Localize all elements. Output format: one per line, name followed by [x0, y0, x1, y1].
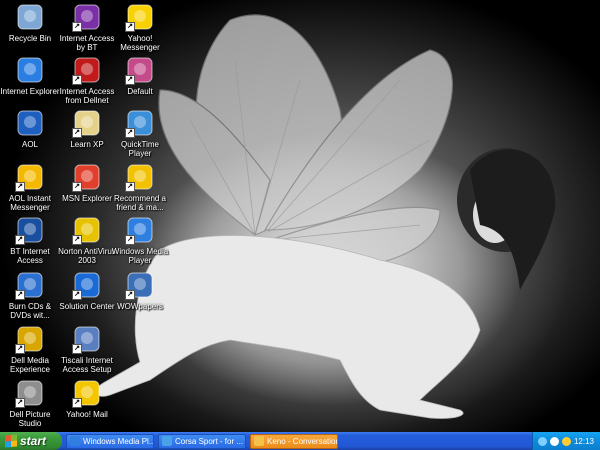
shortcut-arrow-icon: ↗ [125, 128, 135, 138]
security-icon[interactable] [561, 436, 571, 446]
shortcut-arrow-icon: ↗ [72, 128, 82, 138]
desktop-icon-label: AOL [21, 140, 38, 149]
norton-antivirus-icon: ↗ [72, 215, 102, 245]
shortcut-arrow-icon: ↗ [15, 344, 25, 354]
start-label: start [20, 434, 47, 448]
desktop-icon-internet-explorer[interactable]: Internet Explorer [0, 55, 60, 107]
network-icon[interactable] [537, 436, 547, 446]
desktop-icon-dellnet[interactable]: ↗ Internet Access from Dellnet [57, 55, 117, 107]
volume-icon[interactable] [549, 436, 559, 446]
desktop-icon-norton-antivirus[interactable]: ↗ Norton AntiVirus 2003 [57, 215, 117, 267]
desktop-icon-label: AOL Instant Messenger [9, 194, 51, 212]
desktop-icon-bt-globe[interactable]: ↗ Internet Access by BT [57, 2, 117, 54]
desktop-icon-label: QuickTime Player [121, 140, 159, 158]
shortcut-arrow-icon: ↗ [125, 75, 135, 85]
desktop-icon-quicktime[interactable]: ↗ QuickTime Player [110, 108, 170, 160]
desktop-icon-learn-xp[interactable]: ↗ Learn XP [57, 108, 117, 160]
windows-media-player-icon [70, 436, 80, 446]
shortcut-arrow-icon: ↗ [15, 235, 25, 245]
shortcut-arrow-icon: ↗ [72, 22, 82, 32]
desktop-icon-msn-butterfly[interactable]: ↗ MSN Explorer [57, 162, 117, 214]
desktop-icon-label: Yahoo! Messenger [120, 34, 160, 52]
shortcut-arrow-icon: ↗ [15, 182, 25, 192]
shortcut-arrow-icon: ↗ [72, 344, 82, 354]
shortcut-arrow-icon: ↗ [72, 75, 82, 85]
desktop-icon-label: Tiscali Internet Access Setup [61, 356, 113, 374]
desktop-icon-label: Recommend a friend & ma... [113, 194, 167, 212]
desktop-icon-wowpapers[interactable]: ↗ WOWpapers [110, 270, 170, 322]
shortcut-arrow-icon: ↗ [72, 235, 82, 245]
desktop-icon-default-media[interactable]: ↗ Default [110, 55, 170, 107]
desktop-icon-label: Burn CDs & DVDs wit... [8, 302, 52, 320]
desktop-icon-label: BT Internet Access [10, 247, 50, 265]
clock[interactable]: 12:13 [574, 437, 594, 446]
shortcut-arrow-icon: ↗ [125, 290, 135, 300]
desktop-icon-label: Recycle Bin [8, 34, 52, 43]
desktop-icon-label: Default [127, 87, 153, 96]
taskbar: start Windows Media Pl... Corsa Sport - … [0, 432, 600, 450]
shortcut-arrow-icon: ↗ [125, 22, 135, 32]
learn-xp-icon: ↗ [72, 108, 102, 138]
browser-icon [162, 436, 172, 446]
windows-flag-icon [5, 434, 17, 448]
burn-cd-icon: ↗ [15, 270, 45, 300]
dell-picture-studio-icon: ↗ [15, 378, 45, 408]
desktop-icon-label: Dell Picture Studio [9, 410, 51, 428]
system-tray: 12:13 [532, 432, 600, 450]
recommend-friend-icon: ↗ [125, 162, 155, 192]
desktop-icon-label: Internet Explorer [0, 87, 60, 96]
internet-explorer-icon [15, 55, 45, 85]
shortcut-arrow-icon: ↗ [125, 235, 135, 245]
desktop-icon-aol[interactable]: AOL [0, 108, 60, 160]
desktop-icon-aim-running-man[interactable]: ↗ AOL Instant Messenger [0, 162, 60, 214]
taskbar-button-windows-media-player[interactable]: Windows Media Pl... [66, 433, 154, 449]
desktop-icon-tiscali[interactable]: ↗ Tiscali Internet Access Setup [57, 324, 117, 376]
desktop-icon-yahoo-mail[interactable]: ↗ Yahoo! Mail [57, 378, 117, 430]
aim-running-man-icon: ↗ [15, 162, 45, 192]
task-label: Keno - Conversation [267, 436, 338, 446]
quicktime-icon: ↗ [125, 108, 155, 138]
shortcut-arrow-icon: ↗ [72, 290, 82, 300]
shortcut-arrow-icon: ↗ [72, 398, 82, 408]
dell-media-icon: ↗ [15, 324, 45, 354]
desktop-icon-label: Windows Media Player [111, 247, 169, 265]
tiscali-icon: ↗ [72, 324, 102, 354]
dellnet-icon: ↗ [72, 55, 102, 85]
dell-solution-center-icon: ↗ [72, 270, 102, 300]
yahoo-mail-icon: ↗ [72, 378, 102, 408]
task-label: Corsa Sport - for ... [175, 436, 244, 446]
shortcut-arrow-icon: ↗ [15, 290, 25, 300]
messenger-icon [254, 436, 264, 446]
recycle-bin-icon [15, 2, 45, 32]
desktop-icon-dell-picture-studio[interactable]: ↗ Dell Picture Studio [0, 378, 60, 430]
windows-media-player-icon: ↗ [125, 215, 155, 245]
taskbar-button-corsa-sport[interactable]: Corsa Sport - for ... [158, 433, 246, 449]
desktop-icon-label: Yahoo! Mail [66, 410, 108, 419]
taskbar-button-keno-conversation[interactable]: Keno - Conversation [250, 433, 338, 449]
desktop-icon-dell-logo[interactable]: ↗ BT Internet Access [0, 215, 60, 267]
dell-logo-icon: ↗ [15, 215, 45, 245]
task-label: Windows Media Pl... [83, 436, 154, 446]
default-media-icon: ↗ [125, 55, 155, 85]
desktop-icon-windows-media-player[interactable]: ↗ Windows Media Player [110, 215, 170, 267]
wowpapers-icon: ↗ [125, 270, 155, 300]
desktop-icon-yahoo-smiley[interactable]: ↗ Yahoo! Messenger [110, 2, 170, 54]
shortcut-arrow-icon: ↗ [15, 398, 25, 408]
aol-icon [15, 108, 45, 138]
desktop-icon-label: Dell Media Experience [9, 356, 51, 374]
desktop-icon-dell-media[interactable]: ↗ Dell Media Experience [0, 324, 60, 376]
yahoo-smiley-icon: ↗ [125, 2, 155, 32]
msn-butterfly-icon: ↗ [72, 162, 102, 192]
desktop-icon-label: WOWpapers [117, 302, 163, 311]
shortcut-arrow-icon: ↗ [72, 182, 82, 192]
shortcut-arrow-icon: ↗ [125, 182, 135, 192]
start-button[interactable]: start [0, 432, 62, 450]
desktop-icon-dell-solution-center[interactable]: ↗ Solution Center [57, 270, 117, 322]
desktop-icon-recommend-friend[interactable]: ↗ Recommend a friend & ma... [110, 162, 170, 214]
desktop-icon-burn-cd[interactable]: ↗ Burn CDs & DVDs wit... [0, 270, 60, 322]
desktop-icon-recycle-bin[interactable]: Recycle Bin [0, 2, 60, 54]
bt-globe-icon: ↗ [72, 2, 102, 32]
